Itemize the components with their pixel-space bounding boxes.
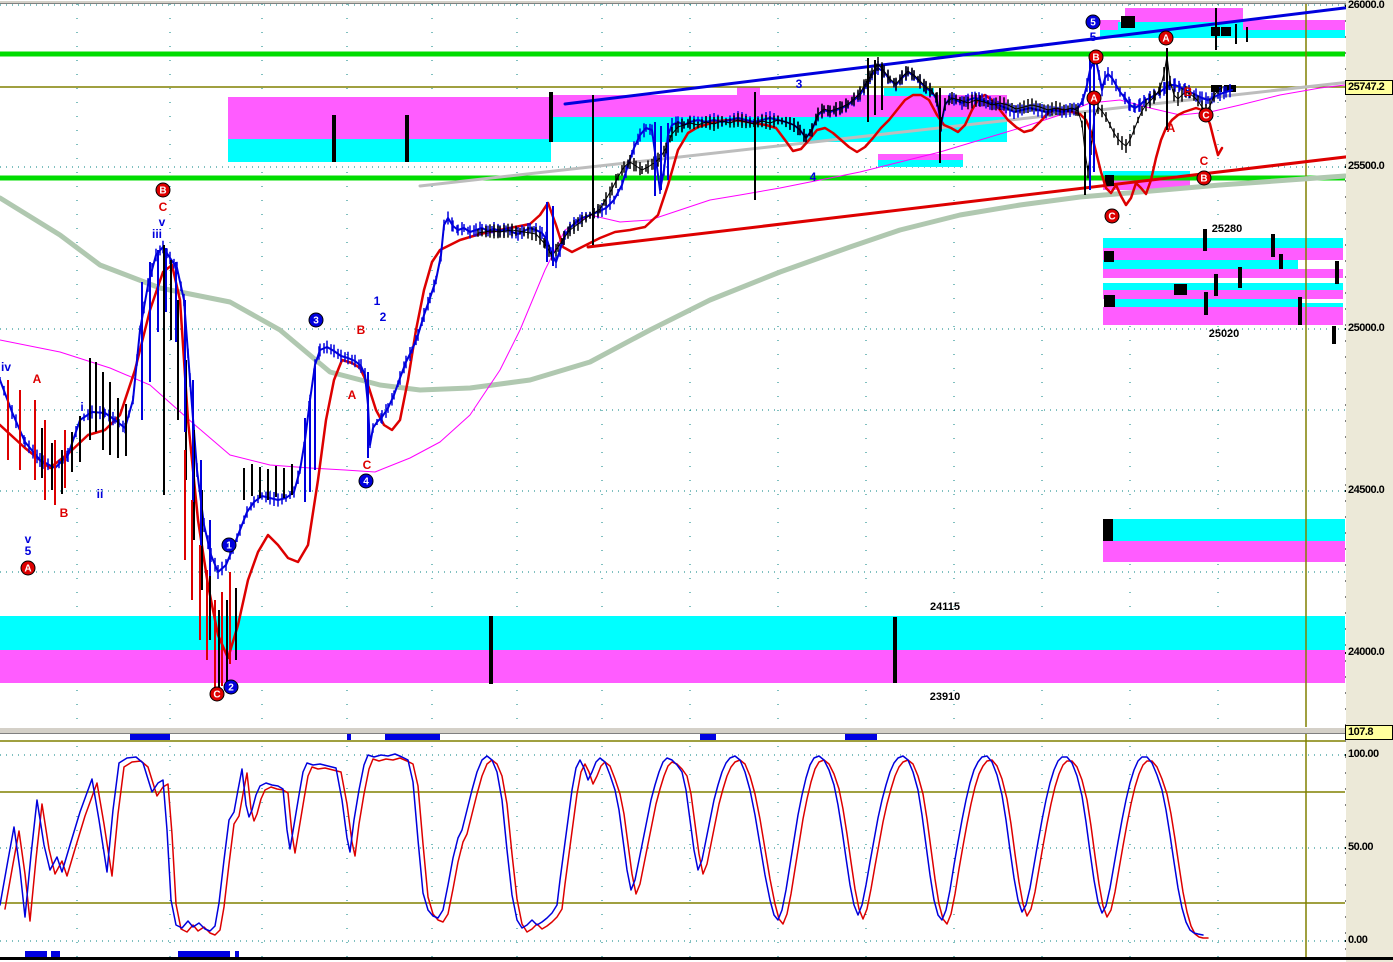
magenta-ma: [0, 84, 1346, 473]
price-axis-label: 24500.0: [1348, 484, 1385, 496]
supply-demand-zone: [1103, 290, 1343, 299]
oscillator-axis-label: 50.00: [1348, 841, 1374, 853]
wave-label-iii: iii: [151, 227, 163, 241]
window-bottom-border: [0, 957, 1393, 960]
supply-demand-zone: [0, 616, 1345, 650]
price-axis-label: 25500.0: [1348, 160, 1385, 172]
wave-label-circled-2: 2: [223, 679, 239, 695]
wave-label-ii: ii: [96, 487, 104, 501]
price-marker-square: [1105, 175, 1114, 186]
current-oscillator-box: 107.8: [1345, 725, 1393, 740]
supply-demand-zone: [1125, 8, 1243, 22]
supply-demand-zone: [1103, 269, 1343, 278]
wave-label-1: 1: [373, 294, 381, 308]
price-axis-strip[interactable]: [1346, 0, 1393, 962]
supply-demand-zone: [1103, 283, 1343, 290]
wave-label-i: i: [80, 400, 84, 414]
price-axis-label: 25000.0: [1348, 322, 1385, 334]
wave-label-circled-C: C: [1104, 208, 1120, 224]
oscillator-axis-label: 100.00: [1348, 748, 1379, 760]
price-axis-label: 24000.0: [1348, 646, 1385, 658]
chart-window: 26000.0 25500.0 25000.0 24500.0 24000.0 100.0…: [0, 0, 1393, 962]
wave-label-C: C: [362, 458, 372, 472]
price-marker-square: [1174, 284, 1187, 295]
oscillator-axis-label: 0.00: [1348, 934, 1368, 946]
wave-label-5: 5: [24, 544, 32, 558]
wave-label-4: 4: [809, 170, 817, 184]
pane-splitter[interactable]: [0, 727, 1393, 734]
wave-label-circled-3: 3: [308, 312, 324, 328]
current-price-box: 25747.2: [1345, 80, 1393, 95]
wave-label-A: A: [32, 372, 42, 386]
wave-label-circled-B: B: [1196, 170, 1212, 186]
zone-price-label: 24115: [930, 601, 960, 613]
black-price-series: [477, 55, 1223, 257]
price-pane[interactable]: [0, 0, 1393, 962]
wave-label-A: A: [347, 388, 357, 402]
wave-label-2: 2: [379, 310, 387, 324]
wave-label-C: C: [158, 200, 168, 214]
supply-demand-zone: [1100, 20, 1120, 30]
zone-price-label: 25280: [1211, 223, 1243, 235]
wave-label-circled-A: A: [1158, 30, 1174, 46]
wave-label-circled-B: B: [1088, 49, 1104, 65]
price-marker-square: [1103, 519, 1113, 541]
supply-demand-zone: [1103, 307, 1343, 325]
price-marker-square: [1221, 27, 1231, 36]
supply-demand-zone: [0, 650, 1345, 683]
supply-demand-zone: [228, 97, 551, 139]
wave-label-B: B: [1183, 85, 1193, 99]
supply-demand-zone: [1103, 541, 1345, 562]
wave-label-circled-B: B: [155, 182, 171, 198]
wave-label-circled-C: C: [1198, 107, 1214, 123]
wave-label-C: C: [1199, 154, 1209, 168]
price-marker-square: [1121, 16, 1135, 28]
price-marker-square: [1104, 295, 1115, 307]
red-channel-lower: [586, 153, 1364, 249]
wave-label-circled-A: A: [20, 560, 36, 576]
supply-demand-zone: [878, 160, 963, 167]
wave-label-B: B: [356, 323, 366, 337]
supply-demand-zone: [1103, 238, 1343, 248]
wave-label-iv: iv: [0, 360, 12, 374]
wave-label-5: 5: [1089, 30, 1097, 44]
supply-demand-zone: [1103, 248, 1343, 260]
wave-label-circled-A: A: [1086, 90, 1102, 106]
wave-label-circled-4: 4: [358, 473, 374, 489]
wave-label-circled-1: 1: [221, 537, 237, 553]
supply-demand-zone: [228, 139, 551, 162]
zone-price-label: 25020: [1208, 328, 1240, 340]
wave-label-circled-5: 5: [1085, 14, 1101, 30]
wave-label-B: B: [59, 506, 69, 520]
supply-demand-zone: [1103, 519, 1345, 541]
zone-price-label: 23910: [929, 691, 961, 703]
wave-label-circled-C: C: [209, 686, 225, 702]
wave-label-A: A: [1166, 121, 1176, 135]
supply-demand-zone: [1103, 260, 1298, 269]
price-axis-label: 26000.0: [1348, 0, 1385, 11]
supply-demand-zone: [737, 87, 760, 96]
wave-label-3: 3: [795, 77, 803, 91]
price-marker-square: [1104, 251, 1114, 262]
